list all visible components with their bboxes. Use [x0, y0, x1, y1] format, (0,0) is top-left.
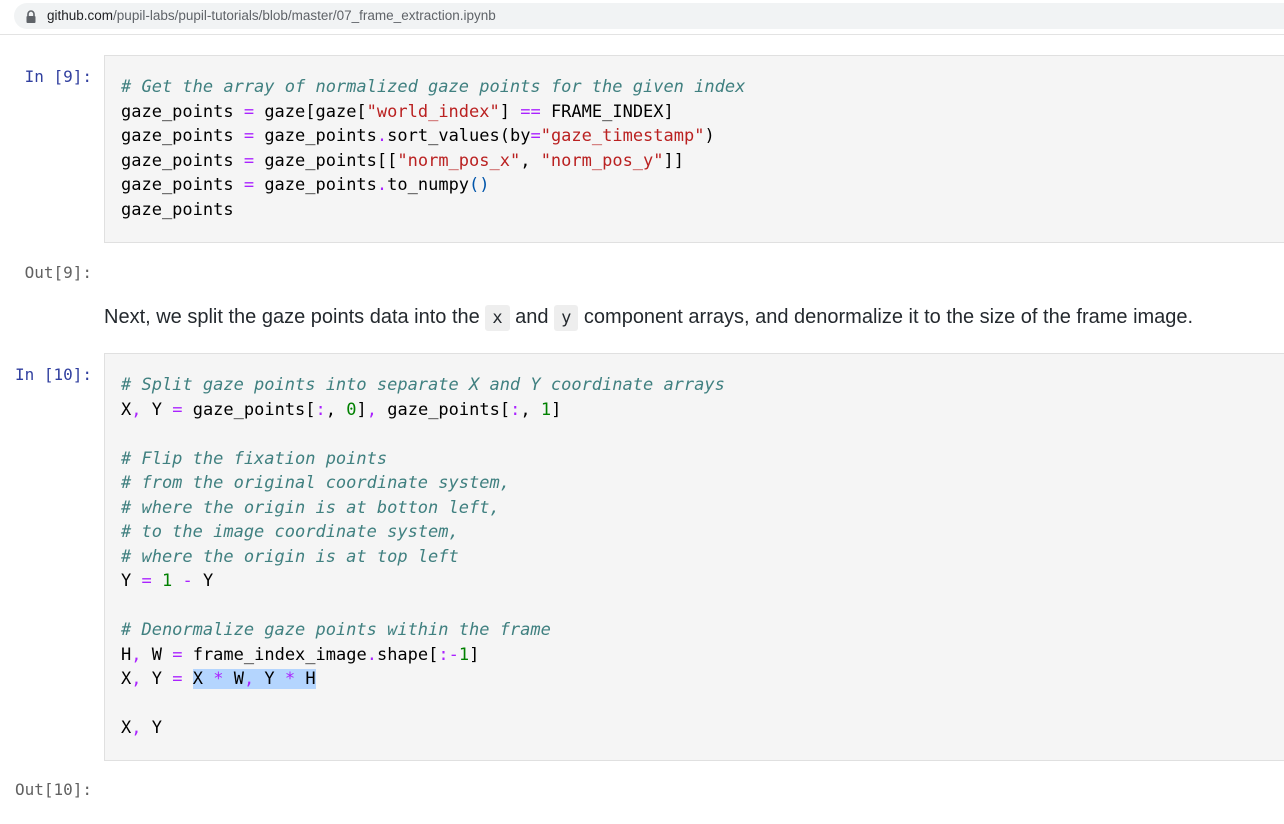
markdown-text-2: and	[515, 306, 549, 328]
code-cell-10-source[interactable]: # Split gaze points into separate X and …	[105, 354, 1284, 741]
url-path: /pupil-labs/pupil-tutorials/blob/master/…	[113, 8, 496, 23]
browser-address-bar: github.com/pupil-labs/pupil-tutorials/bl…	[0, 0, 1284, 35]
code-comment: # Flip the fixation points	[121, 448, 388, 469]
markdown-cell: Next, we split the gaze points data into…	[104, 305, 1194, 331]
code-comment: # Get the array of normalized gaze point…	[121, 77, 746, 97]
code-comment: # to the image coordinate system,	[121, 522, 459, 542]
code-cell-10[interactable]: # Split gaze points into separate X and …	[104, 353, 1284, 761]
output-prompt-9: Out[9]:	[24, 263, 92, 282]
markdown-text-3: component arrays, and denormalize it to …	[583, 306, 1194, 328]
url-host: github.com	[47, 8, 114, 23]
code-comment: # where the origin is at top left	[121, 546, 459, 567]
code-comment: # from the original coordinate system,	[121, 473, 510, 493]
output-prompt-10: Out[10]:	[14, 780, 92, 799]
input-prompt-10: In [10]:	[14, 365, 92, 384]
text-selection[interactable]: X * W, Y * H	[192, 669, 316, 689]
url-text[interactable]: github.com/pupil-labs/pupil-tutorials/bl…	[47, 8, 496, 23]
lock-icon[interactable]	[25, 10, 37, 24]
code-comment: # Denormalize gaze points within the fra…	[121, 620, 551, 640]
code-cell-9[interactable]: # Get the array of normalized gaze point…	[104, 55, 1284, 243]
input-prompt-9: In [9]:	[24, 67, 92, 86]
code-cell-9-source[interactable]: # Get the array of normalized gaze point…	[105, 56, 1284, 222]
inline-code-x: x	[485, 305, 510, 331]
markdown-text-1: Next, we split the gaze points data into…	[104, 306, 480, 328]
code-comment: # Split gaze points into separate X and …	[121, 375, 725, 395]
code-comment: # where the origin is at botton left,	[121, 497, 500, 518]
inline-code-y: y	[554, 305, 579, 331]
